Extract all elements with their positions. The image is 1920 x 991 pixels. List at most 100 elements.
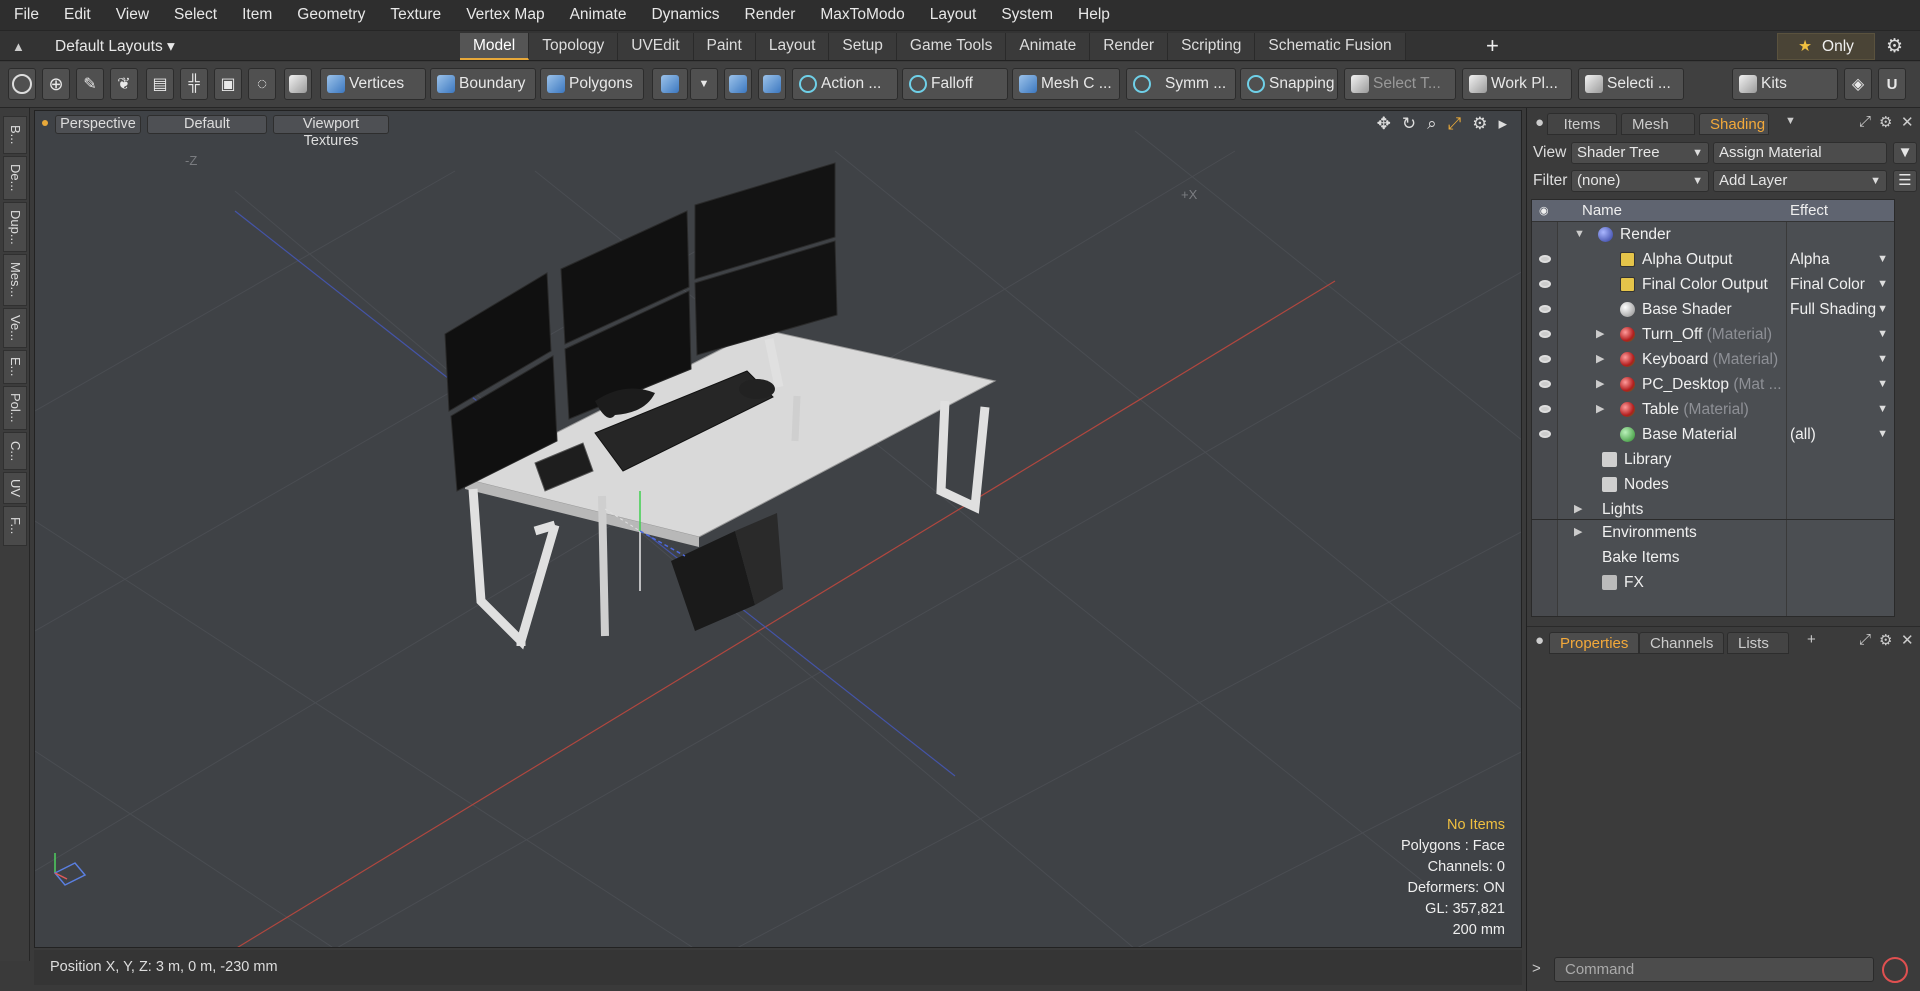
shield-2-button[interactable]: [758, 68, 786, 100]
add-props-tab-button[interactable]: +: [1807, 631, 1816, 648]
eye-icon[interactable]: [1539, 380, 1551, 388]
shading-default-button[interactable]: Default: [147, 115, 267, 134]
selection-sets-button[interactable]: Selecti ...: [1578, 68, 1684, 100]
tab-topology[interactable]: Topology: [529, 33, 619, 60]
tab-items[interactable]: Items: [1547, 113, 1617, 135]
menu-file[interactable]: File: [14, 6, 39, 24]
props-close-icon[interactable]: ✕: [1901, 631, 1914, 649]
column-name[interactable]: Name: [1582, 202, 1622, 219]
record-macro-icon[interactable]: [1882, 957, 1908, 983]
viewport-gear-icon[interactable]: ⚙: [1472, 114, 1487, 134]
tree-row-table[interactable]: ▶ Table (Material) ▼: [1532, 397, 1894, 422]
chevron-down-icon[interactable]: ▼: [1877, 347, 1888, 372]
boundary-button[interactable]: Boundary: [430, 68, 536, 100]
tree-row-lights[interactable]: ▶ Lights: [1532, 497, 1894, 519]
tab-render[interactable]: Render: [1090, 33, 1169, 60]
props-menu-dot[interactable]: ●: [1535, 632, 1544, 649]
menu-texture[interactable]: Texture: [390, 6, 441, 24]
eye-icon[interactable]: [1539, 330, 1551, 338]
tree-row-render[interactable]: ▼ Render: [1532, 222, 1894, 247]
expand-right-icon[interactable]: ▶: [1596, 347, 1604, 372]
frame-tool-button[interactable]: ▣: [214, 68, 242, 100]
tab-animate[interactable]: Animate: [1006, 33, 1091, 60]
tree-row-nodes[interactable]: Nodes: [1532, 472, 1894, 497]
strip-tab-polygon[interactable]: Pol...: [3, 386, 27, 430]
strip-tab-mesh-edit[interactable]: Mes...: [3, 254, 27, 306]
chevron-down-icon[interactable]: ▼: [1877, 247, 1888, 272]
collapse-up-icon[interactable]: ▲: [12, 39, 25, 54]
menu-help[interactable]: Help: [1078, 6, 1110, 24]
tab-game-tools[interactable]: Game Tools: [896, 33, 1007, 60]
default-layouts-dropdown[interactable]: Default Layouts ▾: [55, 37, 175, 56]
menu-edit[interactable]: Edit: [64, 6, 91, 24]
strip-tab-curve[interactable]: C...: [3, 432, 27, 470]
polygons-button[interactable]: Polygons: [540, 68, 644, 100]
expand-down-icon[interactable]: ▼: [1574, 222, 1585, 247]
chevron-down-icon[interactable]: ▼: [1877, 397, 1888, 422]
panel-maximize-icon[interactable]: ⤢: [1859, 113, 1871, 130]
play-arrow-icon[interactable]: ▸: [1498, 114, 1507, 134]
tree-row-turn-off[interactable]: ▶ Turn_Off (Material) ▼: [1532, 322, 1894, 347]
kits-button[interactable]: Kits: [1732, 68, 1838, 100]
tab-properties[interactable]: Properties: [1549, 632, 1640, 654]
chevron-down-icon[interactable]: ▼: [1877, 372, 1888, 397]
viewport-menu-dot[interactable]: [42, 120, 48, 126]
eye-icon[interactable]: [1539, 430, 1551, 438]
eye-icon[interactable]: [1539, 355, 1551, 363]
expand-right-icon[interactable]: ▶: [1596, 397, 1604, 422]
expand-right-icon[interactable]: ▶: [1574, 497, 1582, 519]
rotate-icon[interactable]: ↻: [1402, 114, 1416, 134]
menu-render[interactable]: Render: [745, 6, 796, 24]
layout-tool-button[interactable]: ▤: [146, 68, 174, 100]
chevron-down-icon[interactable]: ▼: [1877, 297, 1888, 322]
menu-geometry[interactable]: Geometry: [297, 6, 365, 24]
chevron-down-icon[interactable]: ▼: [1877, 322, 1888, 347]
perspective-button[interactable]: Perspective: [55, 115, 141, 134]
filter-funnel-button[interactable]: ▼: [1893, 142, 1917, 164]
menu-item[interactable]: Item: [242, 6, 272, 24]
3d-viewport[interactable]: -Z +X Perspective Default Viewport Textu…: [34, 110, 1522, 948]
props-maximize-icon[interactable]: ⤢: [1859, 631, 1871, 648]
tab-mesh[interactable]: Mesh ...: [1621, 113, 1695, 155]
brush-button[interactable]: ❦: [110, 68, 138, 100]
lasso-button[interactable]: ◌: [248, 68, 276, 100]
menu-maxtomodo[interactable]: MaxToModo: [820, 6, 904, 24]
tab-layout[interactable]: Layout: [755, 33, 830, 60]
tree-row-pc-desktop[interactable]: ▶ PC_Desktop (Mat ... ▼: [1532, 372, 1894, 397]
filter-dropdown[interactable]: (none) ▼: [1571, 170, 1709, 192]
tree-row-library[interactable]: Library: [1532, 447, 1894, 472]
mode-dropdown[interactable]: ▼: [690, 68, 718, 100]
menu-system[interactable]: System: [1001, 6, 1053, 24]
pan-icon[interactable]: ✥: [1377, 114, 1391, 134]
tree-row-base-material[interactable]: Base Material (all) ▼: [1532, 422, 1894, 447]
eye-icon[interactable]: [1539, 305, 1551, 313]
viewport-textures-button[interactable]: Viewport Textures: [273, 115, 389, 149]
unreal-button[interactable]: U: [1878, 68, 1906, 100]
symmetry-button[interactable]: Symm ...: [1126, 68, 1236, 100]
tab-lists[interactable]: Lists: [1727, 632, 1789, 654]
eye-icon[interactable]: [1539, 255, 1551, 263]
unity-button[interactable]: ◈: [1844, 68, 1872, 100]
snapping-button[interactable]: Snapping: [1240, 68, 1338, 100]
globe-button[interactable]: ⊕: [42, 68, 70, 100]
expand-right-icon[interactable]: ▶: [1574, 520, 1582, 545]
tab-scripting[interactable]: Scripting: [1168, 33, 1256, 60]
assign-material-button[interactable]: Assign Material: [1713, 142, 1887, 164]
expand-right-icon[interactable]: ▶: [1596, 322, 1604, 347]
add-tab-button[interactable]: +: [1486, 33, 1499, 59]
strip-tab-vertex[interactable]: Ve...: [3, 308, 27, 348]
maximize-icon[interactable]: ⤢: [1448, 114, 1462, 134]
tree-row-alpha-output[interactable]: Alpha Output Alpha ▼: [1532, 247, 1894, 272]
menu-vertex-map[interactable]: Vertex Map: [466, 6, 544, 24]
action-center-button[interactable]: Action ...: [792, 68, 898, 100]
tab-schematic-fusion[interactable]: Schematic Fusion: [1255, 33, 1406, 60]
column-effect[interactable]: Effect: [1790, 202, 1828, 219]
tab-channels[interactable]: Channels: [1639, 632, 1725, 654]
symmetry-shield-button[interactable]: [724, 68, 752, 100]
menu-select[interactable]: Select: [174, 6, 217, 24]
falloff-button[interactable]: Falloff: [902, 68, 1008, 100]
chevron-down-icon[interactable]: ▼: [1877, 272, 1888, 297]
strip-tab-duplicate[interactable]: Dup...: [3, 202, 27, 252]
tree-row-final-color-output[interactable]: Final Color Output Final Color ▼: [1532, 272, 1894, 297]
tabs-chevron-down-icon[interactable]: ▼: [1785, 115, 1796, 127]
